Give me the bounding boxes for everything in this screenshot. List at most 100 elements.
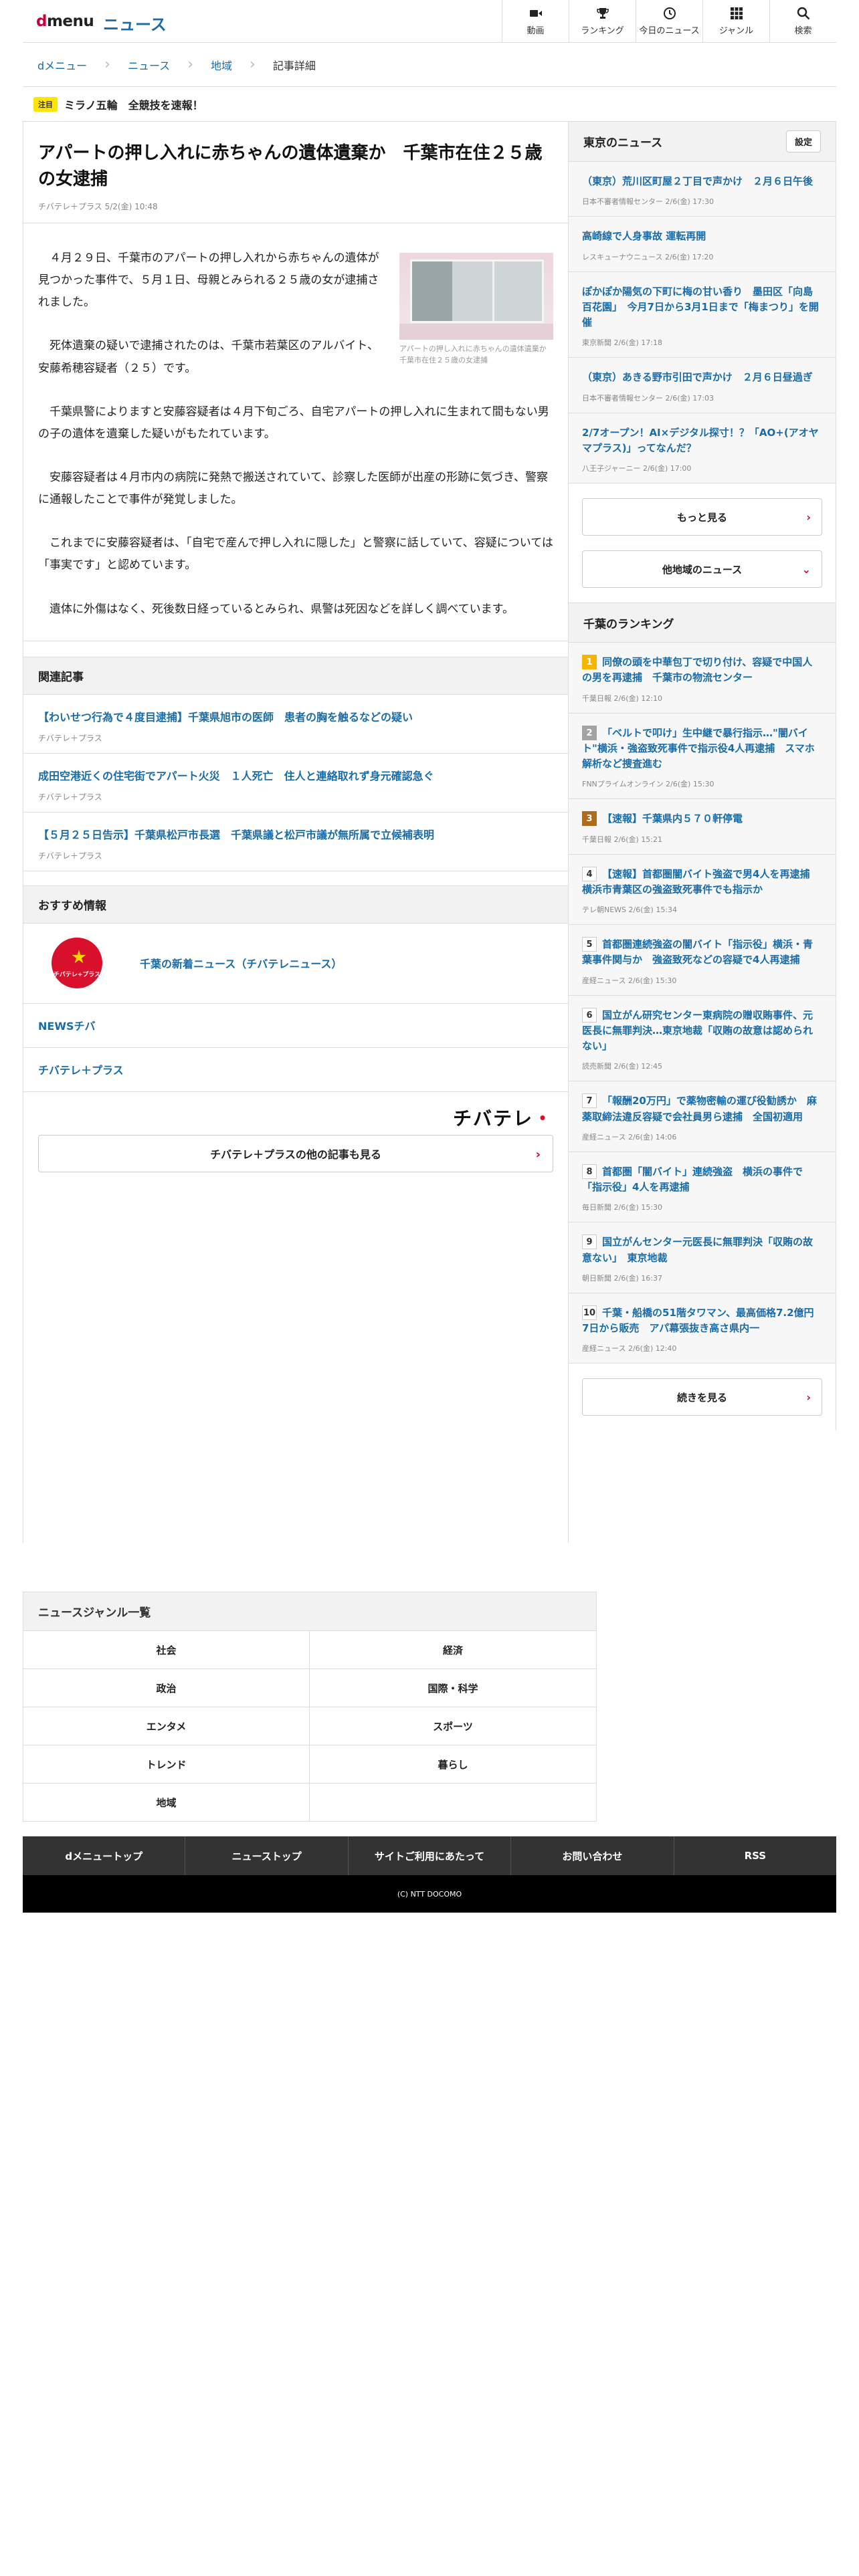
ranking-item[interactable]: 9 国立がんセンター元医長に無罪判決「収賄の故意ない」 東京地裁 朝日新聞 2/6(… — [569, 1222, 836, 1293]
related-title[interactable]: 成田空港近くの住宅街でアパート火災 １人死亡 住人と連絡取れず身元確認急ぐ — [38, 768, 553, 784]
genre-link[interactable]: 国際・科学 — [310, 1669, 596, 1707]
footer-link[interactable]: RSS — [674, 1836, 836, 1875]
ranking-more-label: 続きを見る — [676, 1391, 727, 1404]
article-image[interactable] — [399, 253, 553, 340]
more-articles-button[interactable]: チバテレ＋プラスの他の記事も見る › — [38, 1134, 553, 1172]
tokyo-news-source: 東京新聞 2/6(金) 17:18 — [582, 338, 662, 348]
article-image-caption: アパートの押し入れに赤ちゃんの遺体遺棄か 千葉市在住２５歳の女逮捕 — [399, 344, 554, 364]
genre-link[interactable]: 社会 — [23, 1631, 310, 1669]
ranking-item[interactable]: 6 国立がん研究センター東病院の贈収賄事件、元医長に無罪判決…東京地裁「収賄の故意… — [569, 995, 836, 1082]
clock-icon — [663, 7, 676, 19]
other-region-button[interactable]: 他地域のニュース ⌄ — [582, 550, 822, 588]
chevron-right-icon: › — [806, 1390, 811, 1404]
related-source: チバテレ＋プラス — [38, 792, 102, 802]
ranking-item[interactable]: 7 「報酬20万円」で薬物密輸の運び役勧誘か 麻薬取締法違反容疑で会社員男ら逮捕 … — [569, 1081, 836, 1152]
section-title[interactable]: ニュース — [103, 11, 167, 35]
rank-badge: 5 — [582, 937, 597, 952]
related-item[interactable]: 成田空港近くの住宅街でアパート火災 １人死亡 住人と連絡取れず身元確認急ぐ チバ… — [23, 754, 568, 813]
genre-link[interactable]: トレンド — [23, 1745, 310, 1783]
ranking-title[interactable]: 「ベルトで叩け」生中継で暴行指示…"闇バイト"横浜・強盗致死事件で指示役4人再逮… — [582, 727, 815, 770]
nav-search[interactable]: 検索 — [769, 0, 836, 43]
rank-badge: 2 — [582, 725, 597, 740]
ranking-title[interactable]: 国立がんセンター元医長に無罪判決「収賄の故意ない」 東京地裁 — [582, 1236, 813, 1263]
recommend-item[interactable]: チバテレ＋プラス — [23, 1048, 568, 1092]
article-figure[interactable]: アパートの押し入れに赤ちゃんの遺体遺棄か 千葉市在住２５歳の女逮捕 — [399, 253, 554, 366]
rank-badge: 6 — [582, 1007, 597, 1023]
article-title: アパートの押し入れに赤ちゃんの遺体遺棄か 千葉市在住２５歳の女逮捕 — [38, 143, 543, 189]
genre-link[interactable]: 地域 — [23, 1784, 310, 1821]
notice-badge: 注目 — [33, 96, 58, 112]
ranking-title[interactable]: 同僚の頭を中華包丁で切り付け、容疑で中国人の男を再逮捕 千葉市の物流センター — [582, 656, 812, 683]
tokyo-news-item[interactable]: 2/7オープン！AI×デジタル探寸！？「AO+(アオヤマプラス)」ってなんだ？ 八… — [569, 413, 836, 484]
chiba-tv-logo: チバテレ+プラス — [52, 938, 102, 989]
tokyo-news-title[interactable]: （東京）あきる野市引田で声かけ ２月６日昼過ぎ — [582, 370, 822, 385]
main-column: アパートの押し入れに赤ちゃんの遺体遺棄か 千葉市在住２５歳の女逮捕 チバテレ＋プ… — [23, 122, 569, 1543]
ranking-item[interactable]: 5 首都圏連続強盗の闇バイト「指示役」横浜・青葉事件関与か 強盗致死などの容疑で4… — [569, 925, 836, 996]
genre-link[interactable]: スポーツ — [310, 1707, 596, 1745]
footer-link[interactable]: お問い合わせ — [511, 1836, 674, 1875]
related-item[interactable]: 【わいせつ行為で４度目逮捕】千葉県旭市の医師 患者の胸を触るなどの疑い チバテレ… — [23, 695, 568, 754]
ranking-title[interactable]: 首都圏「闇バイト」連続強盗 横浜の事件で「指示役」4人を再逮捕 — [582, 1166, 803, 1193]
footer-link[interactable]: dメニュートップ — [23, 1836, 186, 1875]
tokyo-news-item[interactable]: （東京）あきる野市引田で声かけ ２月６日昼過ぎ 日本不審者情報センター 2/6(金… — [569, 358, 836, 413]
nav-ranking[interactable]: ランキング — [569, 0, 636, 43]
ranking-source: 読売新聞 2/6(金) 12:45 — [582, 1062, 662, 1071]
ranking-source: 産経ニュース 2/6(金) 12:40 — [582, 1344, 677, 1354]
related-title[interactable]: 【わいせつ行為で４度目逮捕】千葉県旭市の医師 患者の胸を触るなどの疑い — [38, 710, 553, 726]
ranking-more-button[interactable]: 続きを見る › — [582, 1378, 822, 1416]
tokyo-news-heading: 東京のニュース — [583, 136, 663, 150]
breadcrumb-dmenu[interactable]: dメニュー — [37, 57, 87, 73]
nav-genre[interactable]: ジャンル — [702, 0, 769, 43]
ranking-title[interactable]: 国立がん研究センター東病院の贈収賄事件、元医長に無罪判決…東京地裁「収賄の故意は… — [582, 1009, 813, 1053]
recommend-featured[interactable]: チバテレ+プラス 千葉の新着ニュース（チバテレニュース） — [23, 924, 568, 1004]
ranking-item[interactable]: 3 【速報】千葉県内５７０軒停電 千葉日報 2/6(金) 15:21 — [569, 799, 836, 855]
recommend-featured-title[interactable]: 千葉の新着ニュース（チバテレニュース） — [140, 955, 342, 971]
genre-link[interactable]: 政治 — [23, 1669, 310, 1707]
breadcrumb-news[interactable]: ニュース — [128, 57, 170, 73]
breadcrumb-region[interactable]: 地域 — [211, 57, 232, 73]
genre-link[interactable]: エンタメ — [23, 1707, 310, 1745]
footer-link[interactable]: ニューストップ — [185, 1836, 349, 1875]
rank-badge: 9 — [582, 1235, 597, 1250]
related-source: チバテレ＋プラス — [38, 851, 102, 861]
breadcrumb-current: 記事詳細 — [272, 59, 316, 72]
tokyo-news-title[interactable]: （東京）荒川区町屋２丁目で声かけ ２月６日午後 — [582, 174, 822, 189]
tokyo-news-item[interactable]: （東京）荒川区町屋２丁目で声かけ ２月６日午後 日本不審者情報センター 2/6(金… — [569, 162, 836, 217]
ranking-title[interactable]: 首都圏連続強盗の闇バイト「指示役」横浜・青葉事件関与か 強盗致死などの容疑で4人… — [582, 938, 813, 966]
genre-link[interactable]: 経済 — [310, 1631, 596, 1669]
ranking-item[interactable]: 2 「ベルトで叩け」生中継で暴行指示…"闇バイト"横浜・強盗致死事件で指示役4人再… — [569, 713, 836, 800]
ranking-title[interactable]: 【速報】首都圏闇バイト強盗で男4人を再逮捕 横浜市青葉区の強盗致死事件でも指示か — [582, 868, 820, 895]
search-icon — [797, 7, 809, 20]
nav-label: 今日のニュース — [639, 26, 700, 36]
related-source: チバテレ＋プラス — [38, 733, 102, 743]
tokyo-news-item[interactable]: 高崎線で人身事故 運転再開 レスキューナウニュース 2/6(金) 17:20 — [569, 217, 836, 272]
genre-link[interactable]: 暮らし — [310, 1745, 596, 1783]
notice-link[interactable]: ミラノ五輪 全競技を速報！ — [64, 96, 203, 112]
dmenu-logo[interactable]: dmenu — [36, 13, 94, 30]
ranking-item[interactable]: 10 千葉・船橋の51階タワマン、最高価格7.2億円 7日から販売 アパ幕張抜き高… — [569, 1293, 836, 1364]
article-header: アパートの押し入れに赤ちゃんの遺体遺棄か 千葉市在住２５歳の女逮捕 チバテレ＋プ… — [23, 122, 568, 223]
tokyo-more-button[interactable]: もっと見る › — [582, 498, 822, 536]
related-item[interactable]: 【５月２５日告示】千葉県松戸市長選 千葉県議と松戸市議が無所属で立候補表明 チバ… — [23, 813, 568, 871]
ranking-item[interactable]: 1 同僚の頭を中華包丁で切り付け、容疑で中国人の男を再逮捕 千葉市の物流センター千… — [569, 643, 836, 714]
ranking-item[interactable]: 8 首都圏「闇バイト」連続強盗 横浜の事件で「指示役」4人を再逮捕 毎日新聞 2/6… — [569, 1152, 836, 1223]
tokyo-news-item[interactable]: ぽかぽか陽気の下町に梅の甘い香り 墨田区「向島百花園」 今月7日から3月1日まで… — [569, 272, 836, 358]
ranking-title[interactable]: 【速報】千葉県内５７０軒停電 — [602, 813, 743, 825]
related-title[interactable]: 【５月２５日告示】千葉県松戸市長選 千葉県議と松戸市議が無所属で立候補表明 — [38, 827, 553, 843]
recommend-item[interactable]: NEWSチバ — [23, 1004, 568, 1048]
ranking-source: 千葉日報 2/6(金) 15:21 — [582, 835, 662, 844]
copyright: (C) NTT DOCOMO — [23, 1875, 836, 1913]
footer-link[interactable]: サイトご利用にあたって — [349, 1836, 512, 1875]
tokyo-news-title[interactable]: ぽかぽか陽気の下町に梅の甘い香り 墨田区「向島百花園」 今月7日から3月1日まで… — [582, 284, 822, 331]
nav-video[interactable]: 動画 — [502, 0, 569, 43]
ranking-title[interactable]: 「報酬20万円」で薬物密輸の運び役勧誘か 麻薬取締法違反容疑で会社員男ら逮捕 全… — [582, 1095, 817, 1122]
ranking-item[interactable]: 4 【速報】首都圏闇バイト強盗で男4人を再逮捕 横浜市青葉区の強盗致死事件でも指示… — [569, 854, 836, 925]
setting-button[interactable]: 設定 — [785, 130, 821, 152]
article-meta: チバテレ＋プラス 5/2(金) 10:48 — [38, 202, 158, 211]
nav-today[interactable]: 今日のニュース — [636, 0, 702, 43]
ranking-title[interactable]: 千葉・船橋の51階タワマン、最高価格7.2億円 7日から販売 アパ幕張抜き高さ県… — [582, 1307, 824, 1334]
tokyo-news-title[interactable]: 高崎線で人身事故 運転再開 — [582, 229, 822, 244]
trophy-icon — [596, 8, 609, 19]
tokyo-news-title[interactable]: 2/7オープン！AI×デジタル探寸！？「AO+(アオヤマプラス)」ってなんだ？ — [582, 425, 822, 457]
ranking-source: FNNプライムオンライン 2/6(金) 15:30 — [582, 780, 714, 789]
